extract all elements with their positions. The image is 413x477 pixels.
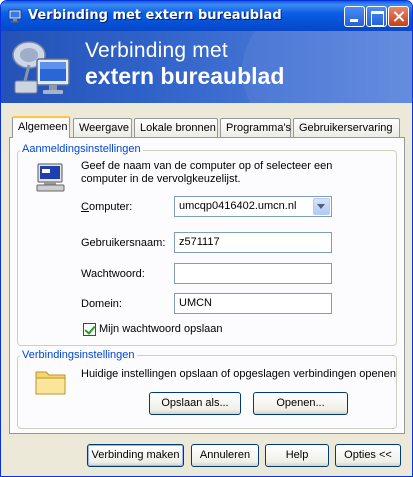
domain-label: Domein: [81,298,122,310]
tab-algemeen[interactable]: Algemeen [12,116,70,138]
computer-dropdown-button[interactable] [313,198,330,215]
tab-programmas[interactable]: Programma's [220,118,291,137]
tab-panel-algemeen: Aanmeldingsinstellingen Geef de naam van… [9,137,405,434]
save-password-label[interactable]: Mijn wachtwoord opslaan [99,323,223,335]
connection-description: Huidige instellingen opslaan of opgeslag… [81,368,396,380]
tab-weergave[interactable]: Weergave [73,118,132,137]
title-bar[interactable]: Verbinding met extern bureaublad [1,1,412,31]
folder-icon [35,371,66,395]
tab-lokale-bronnen[interactable]: Lokale bronnen [134,118,218,137]
computer-icon [36,163,65,192]
computer-label: Computer: [81,201,132,213]
username-label: Gebruikersnaam: [81,237,166,249]
rdp-dialog-window: Verbinding met extern bureaublad Verbind… [0,0,413,477]
computer-label-rest: omputer: [88,201,133,213]
connect-button[interactable]: Verbinding maken [87,444,184,467]
tab-gebruikerservaring[interactable]: Gebruikerservaring [293,118,400,137]
remote-desktop-logo-icon [12,41,70,94]
help-button[interactable]: Help [265,444,329,467]
save-password-checkbox[interactable] [83,323,96,336]
save-as-button[interactable]: Opslaan als... [149,392,241,415]
cancel-button[interactable]: Annuleren [191,444,259,467]
open-button[interactable]: Openen... [253,392,348,415]
remote-desktop-app-icon [8,9,22,23]
maximize-button[interactable] [366,6,387,27]
password-field[interactable] [174,263,332,284]
password-label: Wachtwoord: [81,268,145,280]
minimize-button[interactable] [344,6,365,27]
login-settings-legend: Aanmeldingsinstellingen [20,143,143,155]
window-title: Verbinding met extern bureaublad [28,8,282,23]
computer-label-mnemonic: C [81,201,89,213]
domain-field[interactable]: UMCN [174,293,332,314]
login-description: Geef de naam van de computer op of selec… [81,160,333,185]
computer-combobox[interactable]: umcqp0416402.umcn.nl [174,196,332,217]
options-button[interactable]: Opties << [335,444,401,467]
header-banner: Verbinding met extern bureaublad [1,31,412,103]
banner-title-line2: extern bureaublad [85,63,285,89]
username-field[interactable]: z571117 [174,232,332,253]
close-button[interactable] [388,6,409,27]
connection-settings-legend: Verbindingsinstellingen [20,349,137,361]
banner-title-line1: Verbinding met [85,39,228,62]
